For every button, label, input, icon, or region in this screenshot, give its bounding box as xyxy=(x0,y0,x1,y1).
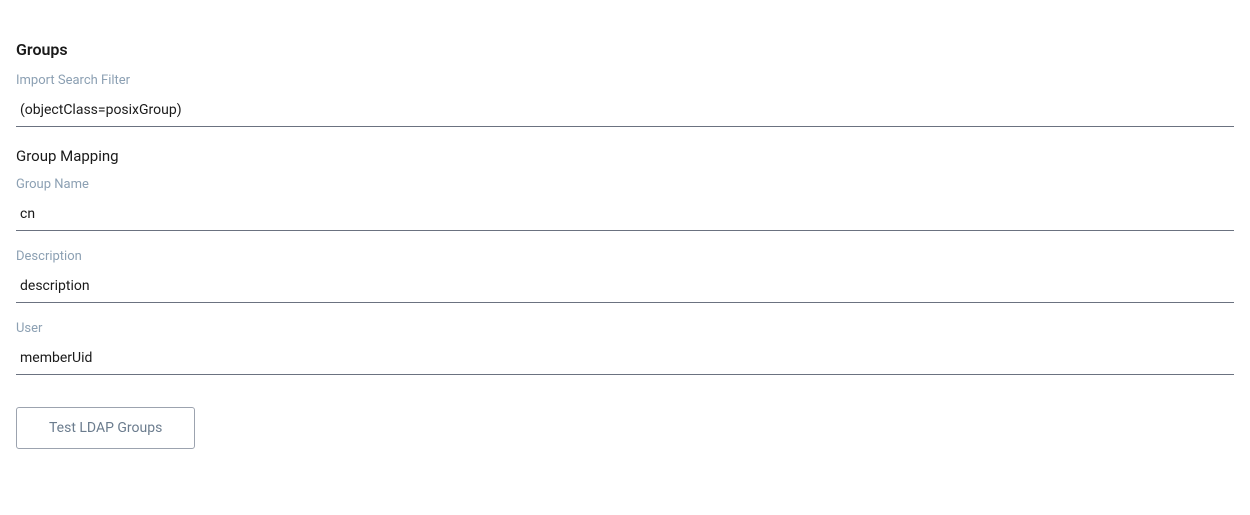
import-search-filter-label: Import Search Filter xyxy=(16,73,1234,88)
description-field: Description xyxy=(16,249,1234,303)
user-label: User xyxy=(16,321,1234,336)
user-input[interactable] xyxy=(16,344,1234,375)
test-ldap-groups-button[interactable]: Test LDAP Groups xyxy=(16,407,195,449)
import-search-filter-input[interactable] xyxy=(16,96,1234,127)
description-label: Description xyxy=(16,249,1234,264)
group-mapping-header: Group Mapping xyxy=(16,147,1234,165)
group-name-field: Group Name xyxy=(16,177,1234,231)
user-field: User xyxy=(16,321,1234,375)
groups-header: Groups xyxy=(16,40,1234,59)
description-input[interactable] xyxy=(16,272,1234,303)
group-name-input[interactable] xyxy=(16,200,1234,231)
group-name-label: Group Name xyxy=(16,177,1234,192)
groups-section: Groups Import Search Filter Group Mappin… xyxy=(16,40,1234,449)
import-search-filter-field: Import Search Filter xyxy=(16,73,1234,127)
